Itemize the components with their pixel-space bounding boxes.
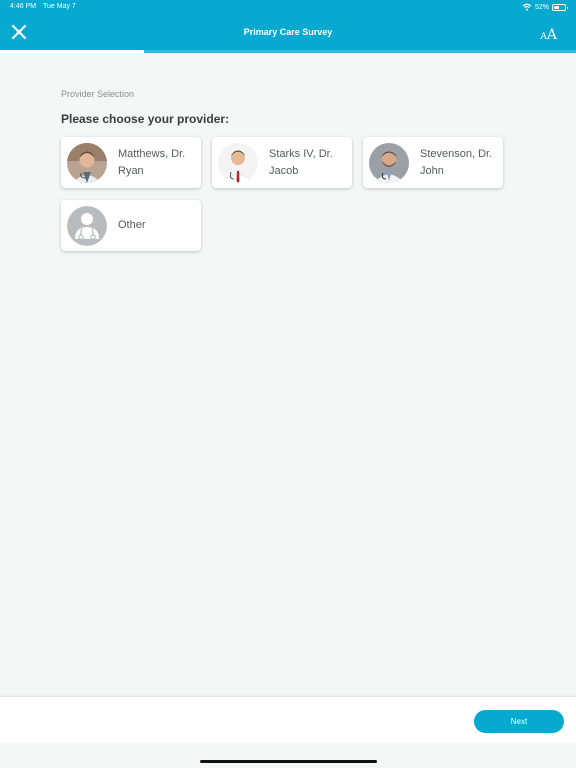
provider-name-line1: Other <box>118 219 146 231</box>
question-text: Please choose your provider: <box>61 112 230 126</box>
provider-name-line1: Stevenson, Dr. <box>420 147 493 160</box>
provider-name-line1: Matthews, Dr. <box>118 147 186 160</box>
home-indicator <box>200 760 377 763</box>
doctor-placeholder-icon <box>67 205 107 246</box>
provider-name-line2: Jacob <box>269 164 299 177</box>
next-button[interactable]: Next <box>474 710 564 733</box>
status-date: Tue May 7 <box>43 3 76 10</box>
text-size-large: A <box>546 27 557 43</box>
provider-name-line2: John <box>420 164 444 177</box>
app-header: 4:46 PM Tue May 7 52% Primary Care Surve… <box>0 0 576 53</box>
battery-icon <box>552 3 568 11</box>
status-right: 52% <box>522 3 568 11</box>
provider-card-starks[interactable]: Starks IV, Dr. Jacob <box>212 137 352 188</box>
provider-name: Matthews, Dr. Ryan <box>118 146 198 180</box>
provider-photo-starks <box>218 142 258 183</box>
provider-name: Stevenson, Dr. John <box>420 146 500 180</box>
footer-bar: Next <box>0 696 576 743</box>
provider-photo-matthews <box>67 142 107 183</box>
wifi-icon <box>522 3 532 11</box>
provider-card-stevenson[interactable]: Stevenson, Dr. John <box>363 137 503 188</box>
page-title: Primary Care Survey <box>243 27 333 37</box>
status-time: 4:46 PM <box>10 3 37 10</box>
section-label: Provider Selection <box>61 89 135 99</box>
provider-card-other[interactable]: Other <box>61 200 201 251</box>
text-size-icon[interactable]: AA <box>540 24 557 43</box>
provider-name: Starks IV, Dr. Jacob <box>269 146 349 180</box>
survey-progress-fill <box>0 50 144 53</box>
provider-name-line1: Starks IV, Dr. <box>269 147 333 160</box>
survey-progress-bar <box>0 50 576 53</box>
battery-level <box>554 5 560 9</box>
status-bar: 4:46 PM Tue May 7 52% <box>10 3 568 13</box>
battery-percent: 52% <box>534 3 549 11</box>
provider-name: Other <box>118 217 198 234</box>
provider-photo-stevenson <box>369 142 409 183</box>
provider-name-line2: Ryan <box>118 164 144 177</box>
provider-card-matthews[interactable]: Matthews, Dr. Ryan <box>61 137 201 188</box>
